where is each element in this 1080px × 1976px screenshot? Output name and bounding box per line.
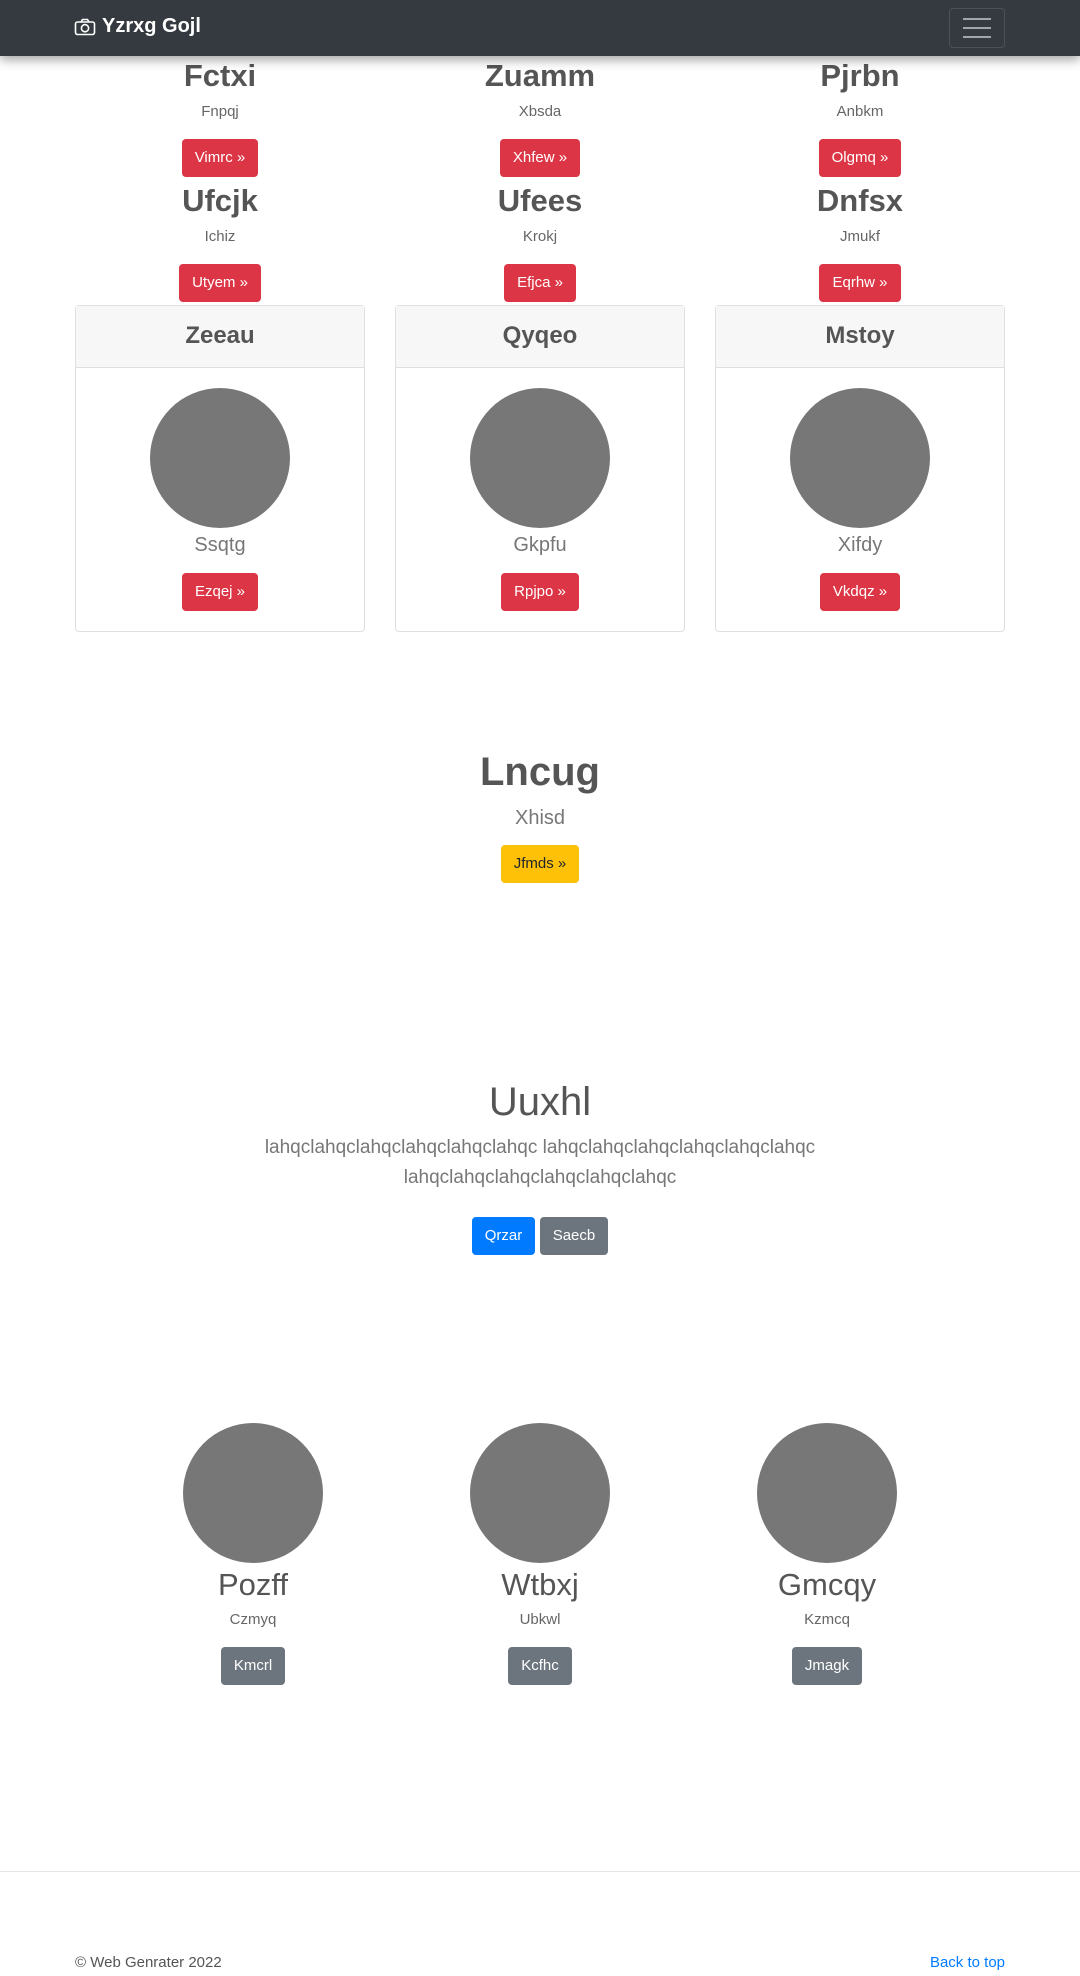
person-name: Wtbxj <box>501 1567 579 1602</box>
top-item-subtitle: Krokj <box>522 228 558 245</box>
person-name: Pozff <box>217 1567 289 1602</box>
brand-label: Yzrxg Gojl <box>102 15 201 37</box>
footer-copyright: © Web Genrater 2022 <box>75 1954 222 1971</box>
top-item-title: Ufees <box>497 183 583 218</box>
top-item: Ufees Krokj Efjca » <box>395 185 685 302</box>
hero-section: Uuxhl lahqclahqclahqclahqclahqclahqc lah… <box>0 1080 1080 1255</box>
top-item: Pjrbn Anbkm Olgmq » <box>715 60 1005 177</box>
person-button[interactable]: Jmagk <box>791 1647 863 1685</box>
top-item-button[interactable]: Olgmq » <box>818 139 902 177</box>
feature-section: Lncug Xhisd Jfmds » <box>0 750 1080 883</box>
hero-secondary-button[interactable]: Saecb <box>539 1217 609 1255</box>
top-item-button[interactable]: Vimrc » <box>181 139 259 177</box>
top-item-title: Fctxi <box>183 58 257 93</box>
person-sub: Czmyq <box>229 1611 277 1628</box>
footer-divider <box>0 1871 1080 1872</box>
person-item: Wtbxj Ubkwl Kcfhc <box>415 1423 665 1685</box>
avatar-placeholder <box>470 388 610 528</box>
card-name: Gkpfu <box>513 534 567 556</box>
person-sub: Ubkwl <box>519 1611 561 1628</box>
card-header: Zeeau <box>76 306 364 368</box>
card-name: Xifdy <box>837 534 883 556</box>
hero-primary-button[interactable]: Qrzar <box>471 1217 536 1255</box>
person-button[interactable]: Kmcrl <box>220 1647 286 1685</box>
top-item-button[interactable]: Utyem » <box>179 264 261 302</box>
card-header: Mstoy <box>716 306 1004 368</box>
hero-text-line: lahqclahqclahqclahqclahqclahqc lahqclahq… <box>264 1137 816 1158</box>
camera-icon <box>74 18 96 35</box>
card-button[interactable]: Vkdqz » <box>819 573 901 611</box>
profile-card: Qyqeo Gkpfu Rpjpo » <box>395 305 685 632</box>
avatar-placeholder <box>150 388 290 528</box>
top-item-subtitle: Jmukf <box>839 228 880 245</box>
hero-text: lahqclahqclahqclahqclahqclahqc lahqclahq… <box>0 1133 1080 1193</box>
person-name: Gmcqy <box>777 1567 877 1602</box>
avatar-placeholder <box>757 1423 897 1563</box>
top-item: Zuamm Xbsda Xhfew » <box>395 60 685 177</box>
navbar-toggler-button[interactable] <box>949 8 1005 48</box>
top-item-title: Pjrbn <box>820 58 900 93</box>
profile-card: Zeeau Ssqtg Ezqej » <box>75 305 365 632</box>
top-item-subtitle: Anbkm <box>836 103 884 120</box>
navbar: Yzrxg Gojl <box>0 0 1080 56</box>
feature-button[interactable]: Jfmds » <box>500 845 580 883</box>
top-item-button[interactable]: Eqrhw » <box>819 264 901 302</box>
top-item-title: Zuamm <box>484 58 596 93</box>
feature-title: Lncug <box>480 750 600 794</box>
avatar-placeholder <box>183 1423 323 1563</box>
avatar-placeholder <box>470 1423 610 1563</box>
top-item: Fctxi Fnpqj Vimrc » <box>75 60 365 177</box>
person-item: Gmcqy Kzmcq Jmagk <box>702 1423 952 1685</box>
top-item-title: Dnfsx <box>816 183 904 218</box>
card-header: Qyqeo <box>396 306 684 368</box>
person-button[interactable]: Kcfhc <box>508 1647 572 1685</box>
hamburger-icon <box>963 18 991 20</box>
top-item: Ufcjk Ichiz Utyem » <box>75 185 365 302</box>
top-item-button[interactable]: Efjca » <box>504 264 576 302</box>
top-item: Dnfsx Jmukf Eqrhw » <box>715 185 1005 302</box>
top-item-title: Ufcjk <box>182 183 258 218</box>
card-button[interactable]: Ezqej » <box>181 573 259 611</box>
top-item-subtitle: Ichiz <box>204 228 236 245</box>
top-item-button[interactable]: Xhfew » <box>499 139 581 177</box>
person-sub: Kzmcq <box>804 1611 850 1628</box>
back-to-top-link[interactable]: Back to top <box>930 1954 1005 1971</box>
top-item-subtitle: Xbsda <box>518 103 562 120</box>
feature-subtitle: Xhisd <box>514 807 566 829</box>
navbar-brand[interactable]: Yzrxg Gojl <box>74 15 201 38</box>
hero-title: Uuxhl <box>488 1080 592 1124</box>
profile-card: Mstoy Xifdy Vkdqz » <box>715 305 1005 632</box>
top-item-subtitle: Fnpqj <box>201 103 239 120</box>
hero-text-line: lahqclahqclahqclahqclahqclahqc <box>403 1167 677 1188</box>
card-button[interactable]: Rpjpo » <box>501 573 579 611</box>
person-item: Pozff Czmyq Kmcrl <box>128 1423 378 1685</box>
avatar-placeholder <box>790 388 930 528</box>
card-name: Ssqtg <box>194 534 246 556</box>
